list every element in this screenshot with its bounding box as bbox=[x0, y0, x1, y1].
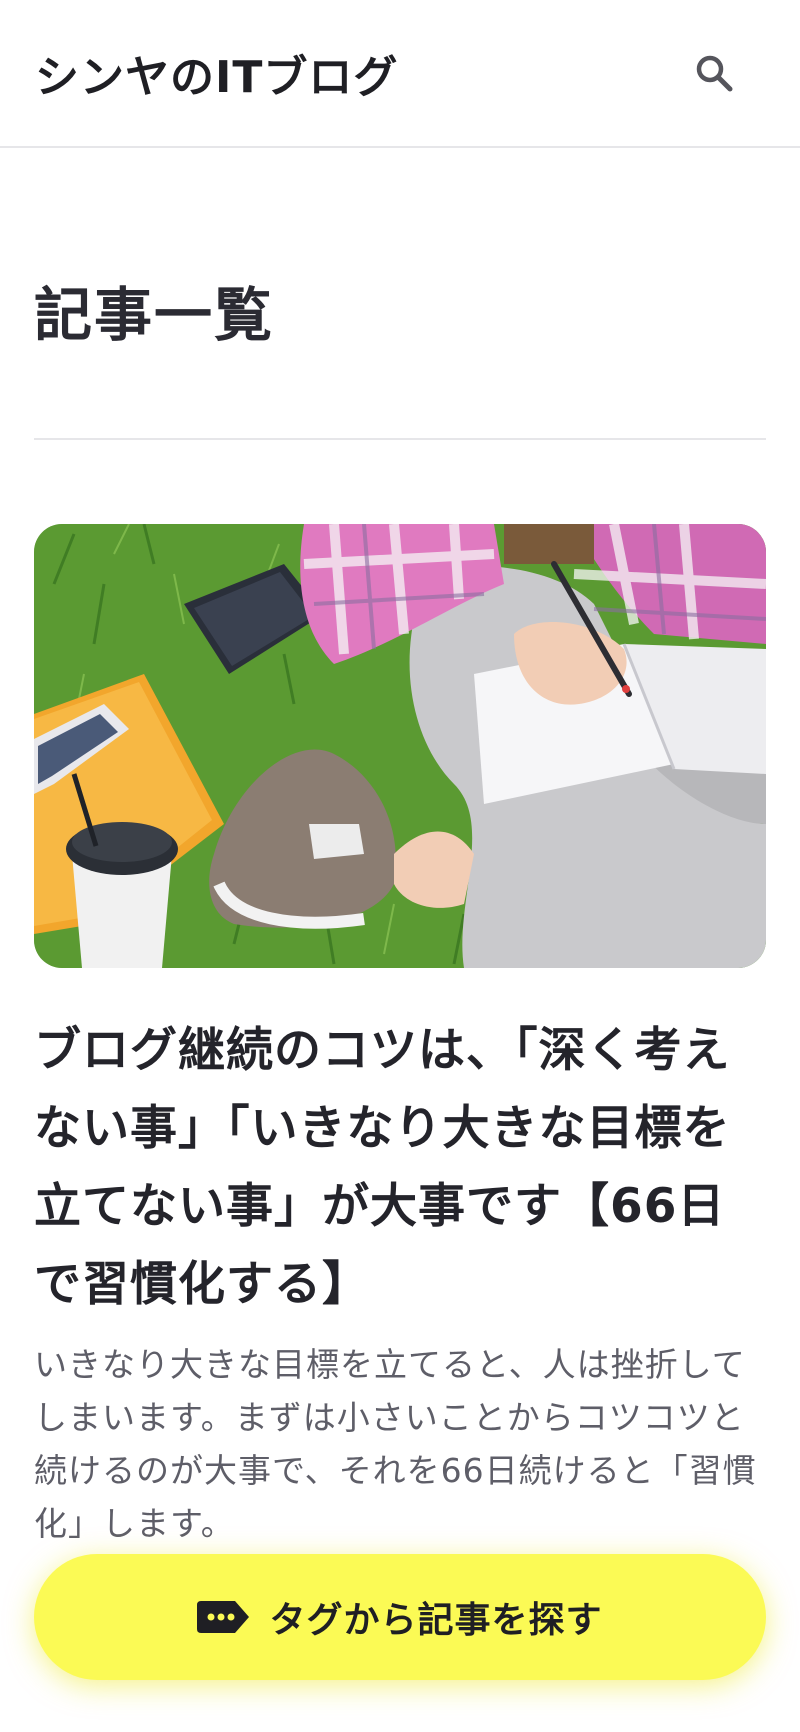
site-header: シンヤのITブログ bbox=[0, 0, 800, 148]
divider bbox=[34, 438, 766, 440]
search-button[interactable] bbox=[684, 43, 744, 103]
page-title: 記事一覧 bbox=[34, 281, 275, 349]
article-card[interactable]: ブログ継続のコツは、「深く考えない事」「いきなり大きな目標を立てない事」が大事で… bbox=[34, 524, 766, 1550]
article-title[interactable]: ブログ継続のコツは、「深く考えない事」「いきなり大きな目標を立てない事」が大事で… bbox=[34, 1012, 766, 1324]
main-content: 記事一覧 ブログ継続のコツは、「深く考えない事」「いきなり大きな目標を立てない事… bbox=[0, 268, 800, 1550]
article-excerpt: いきなり大きな目標を立てると、人は挫折してしまいます。まずは小さいことからコツコ… bbox=[34, 1345, 757, 1543]
search-by-tag-label: タグから記事を探す bbox=[269, 1600, 603, 1641]
article-thumbnail[interactable] bbox=[34, 524, 766, 968]
tag-icon bbox=[197, 1601, 250, 1633]
search-icon bbox=[696, 55, 733, 92]
search-by-tag-button[interactable]: タグから記事を探す bbox=[34, 1554, 766, 1680]
site-title[interactable]: シンヤのITブログ bbox=[35, 41, 398, 105]
